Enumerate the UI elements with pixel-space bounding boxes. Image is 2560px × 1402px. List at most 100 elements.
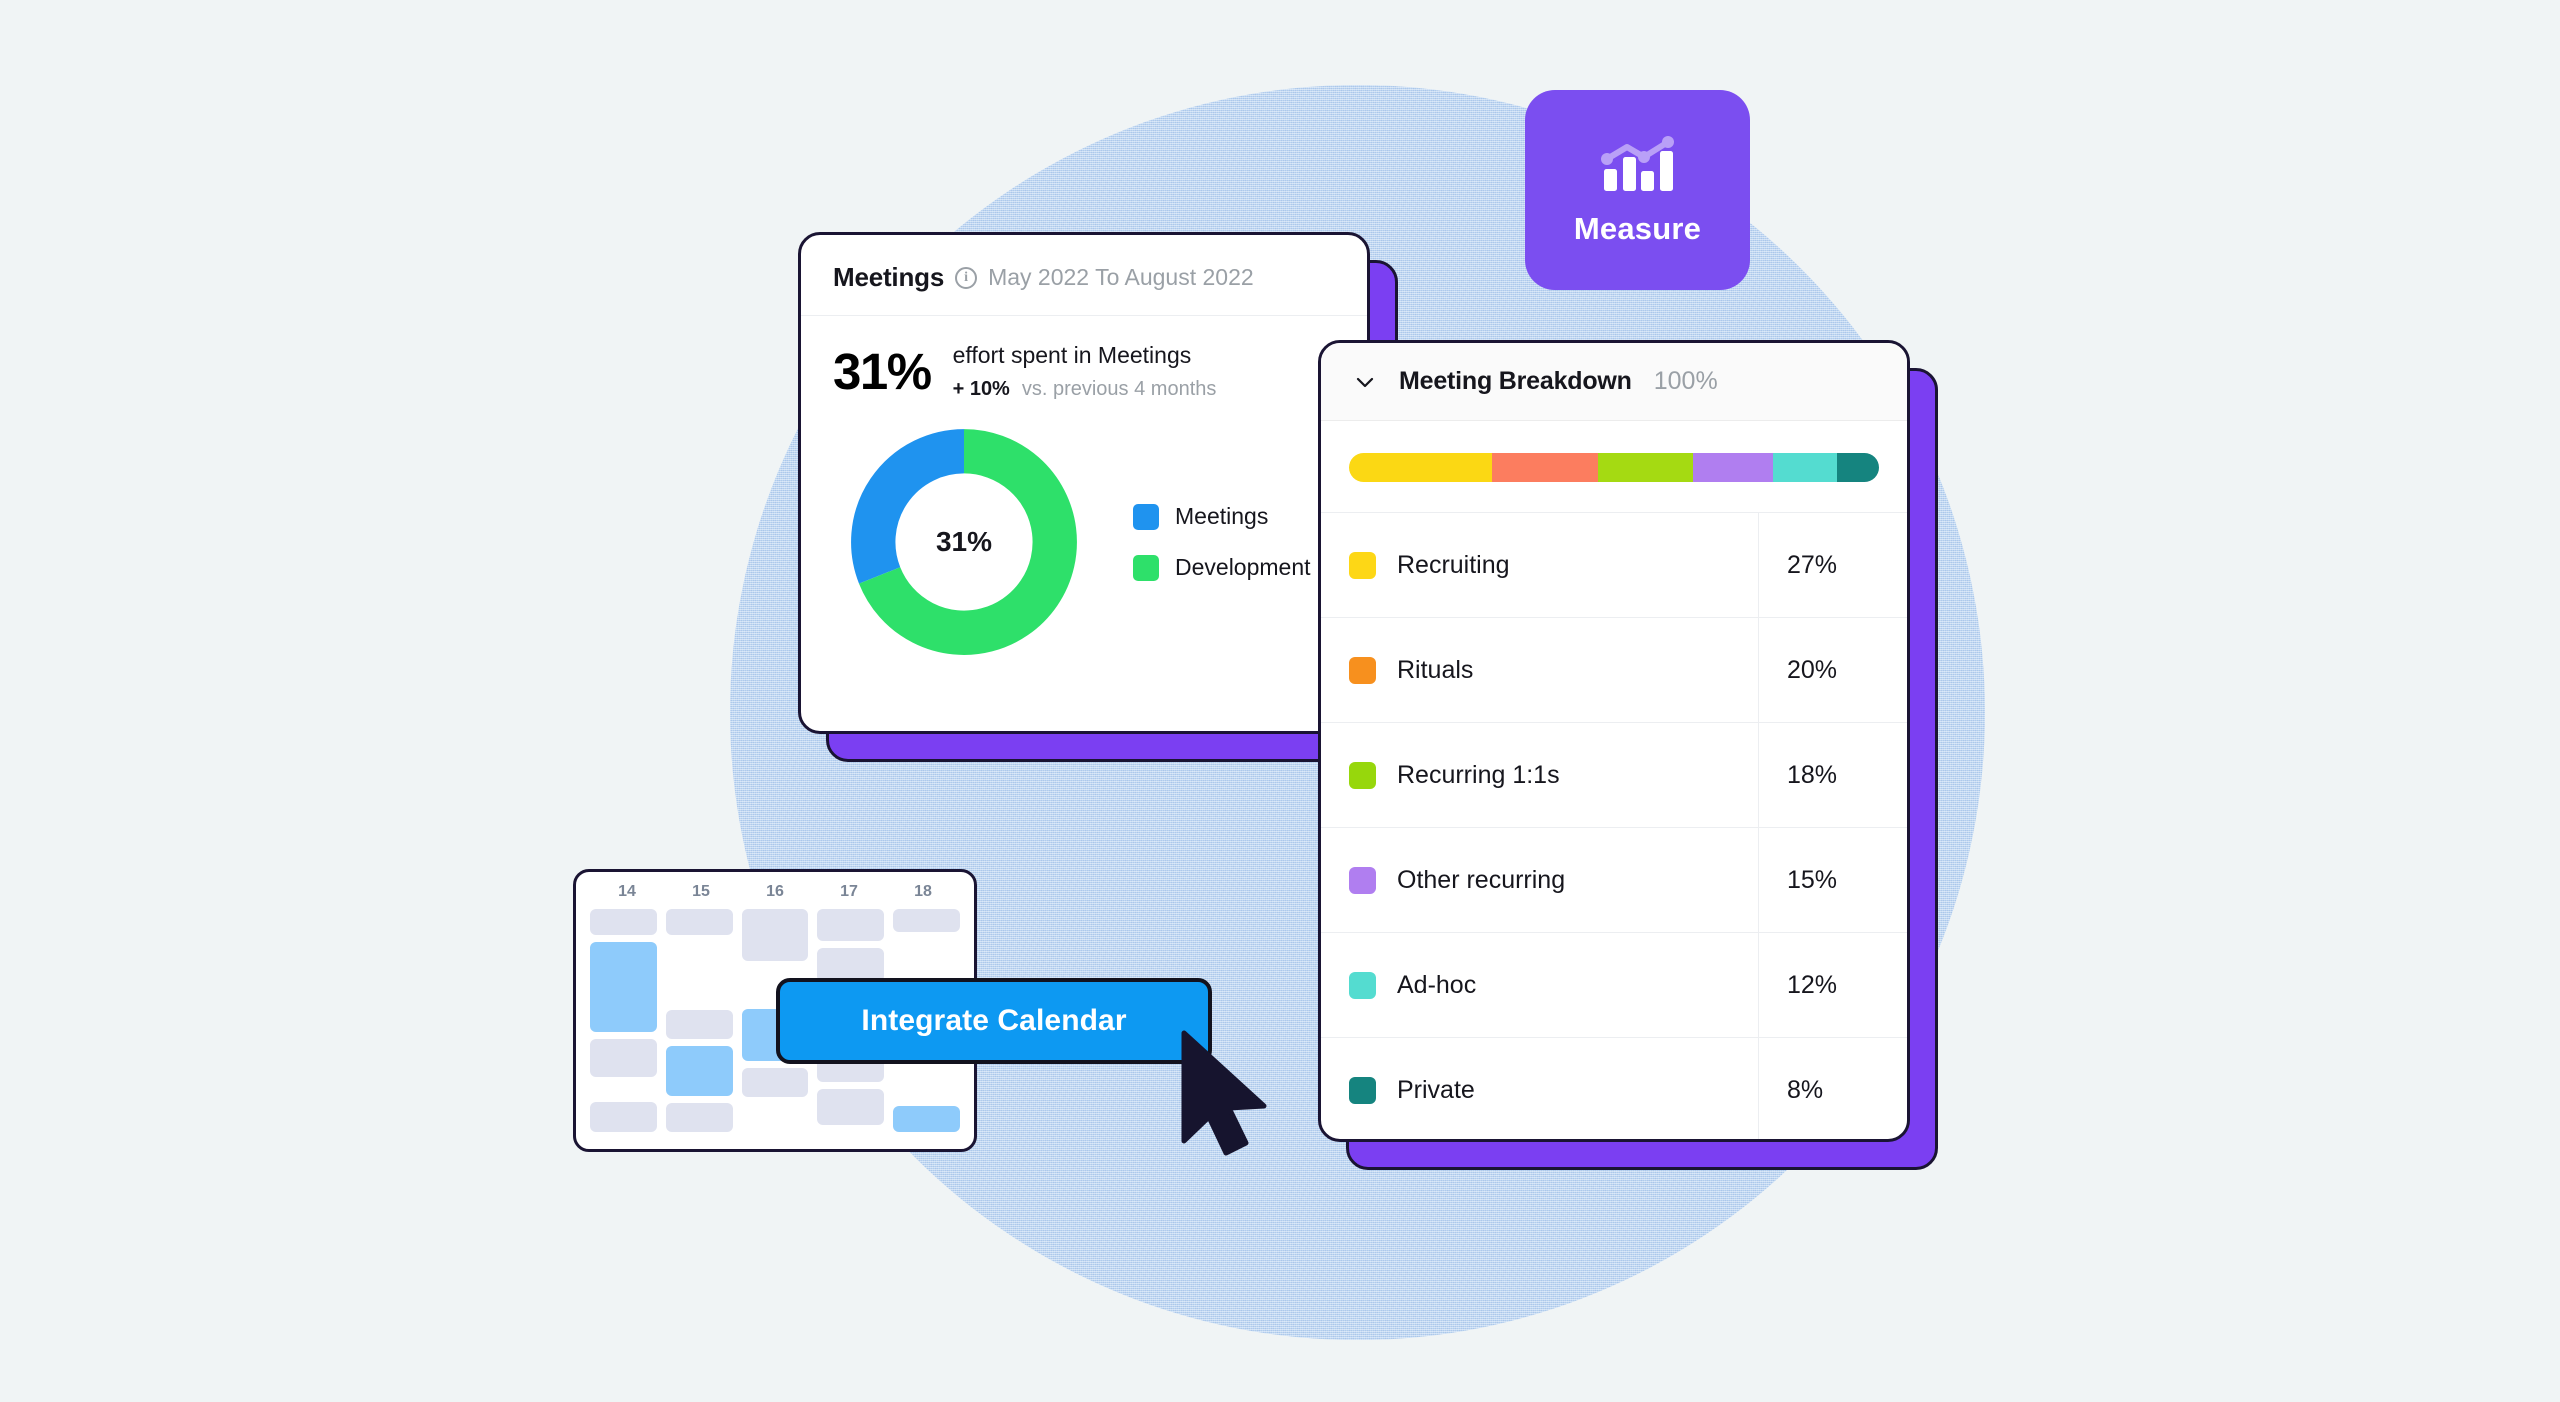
- stacked-bar-chart: [1349, 453, 1879, 482]
- meetings-title: Meetings: [833, 262, 945, 292]
- chevron-down-icon[interactable]: [1353, 370, 1377, 394]
- stacked-bar-segment[interactable]: [1836, 453, 1879, 482]
- calendar-day-number: 18: [914, 883, 932, 900]
- calendar-event-block[interactable]: [741, 1068, 809, 1097]
- breakdown-color-swatch: [1349, 551, 1376, 579]
- donut-legend-item[interactable]: Development: [1133, 554, 1311, 581]
- calendar-day-column: [590, 909, 657, 1132]
- illustration-stage: Measure Meetings i May 2022 To August 20…: [0, 0, 2560, 1402]
- calendar-event-block[interactable]: [590, 1102, 657, 1132]
- calendar-event-block[interactable]: [665, 909, 733, 935]
- breakdown-percent-value: 27%: [1787, 550, 1838, 579]
- breakdown-percent-value: 12%: [1787, 970, 1838, 999]
- table-row[interactable]: Other recurring 15%: [1321, 828, 1907, 933]
- stacked-bar-segment[interactable]: [1693, 453, 1773, 482]
- calendar-day-number: 16: [766, 883, 784, 900]
- calendar-event-block[interactable]: [817, 1089, 885, 1125]
- breakdown-category-label: Ad-hoc: [1397, 970, 1477, 999]
- breakdown-category-label: Recruiting: [1397, 550, 1510, 579]
- donut-legend-item[interactable]: Meetings: [1133, 503, 1311, 530]
- calendar-event-block[interactable]: [590, 1038, 657, 1077]
- meetings-stat-detail: effort spent in Meetings + 10% vs. previ…: [953, 342, 1217, 401]
- table-row[interactable]: Recurring 1:1s 18%: [1321, 723, 1907, 828]
- calendar-event-block[interactable]: [741, 909, 809, 961]
- calendar-day-column-header: 17: [812, 883, 886, 901]
- donut-legend-swatch: [1133, 503, 1159, 530]
- mouse-pointer-icon: [1181, 1030, 1267, 1156]
- breakdown-category-label: Recurring 1:1s: [1397, 760, 1560, 789]
- breakdown-label-cell: Recurring 1:1s: [1321, 723, 1759, 827]
- table-row[interactable]: Rituals 20%: [1321, 618, 1907, 723]
- breakdown-header[interactable]: Meeting Breakdown 100%: [1321, 343, 1907, 421]
- bar-chart-trend-icon: [1600, 136, 1674, 191]
- calendar-empty-slot: [742, 1104, 809, 1132]
- stacked-bar-segment[interactable]: [1349, 453, 1493, 482]
- breakdown-total: 100%: [1653, 367, 1718, 395]
- meeting-breakdown-card: Meeting Breakdown 100% Recruiting 27% Ritu…: [1318, 340, 1938, 1170]
- table-row[interactable]: Recruiting 27%: [1321, 513, 1907, 618]
- calendar-day-column-header: 16: [738, 883, 812, 901]
- donut-legend-swatch: [1133, 554, 1159, 581]
- breakdown-color-swatch: [1349, 971, 1376, 999]
- breakdown-color-swatch: [1349, 866, 1376, 894]
- calendar-day-number: 15: [692, 883, 710, 900]
- stacked-bar-segment[interactable]: [1492, 453, 1599, 482]
- stacked-bar-segment[interactable]: [1598, 453, 1694, 482]
- table-row[interactable]: Ad-hoc 12%: [1321, 933, 1907, 1038]
- donut-chart: 31%: [843, 421, 1085, 663]
- breakdown-label-cell: Ad-hoc: [1321, 933, 1759, 1037]
- calendar-day-column-header: 14: [590, 883, 664, 901]
- meetings-card-face: Meetings i May 2022 To August 2022 31% e…: [798, 232, 1370, 734]
- meetings-stat-caption: effort spent in Meetings: [952, 342, 1192, 368]
- meetings-stat-block: 31% effort spent in Meetings + 10% vs. p…: [801, 316, 1367, 409]
- calendar-event-block[interactable]: [590, 909, 657, 936]
- calendar-event-block[interactable]: [893, 1106, 960, 1132]
- breakdown-category-label: Rituals: [1397, 655, 1474, 684]
- table-row[interactable]: Private 8%: [1321, 1038, 1907, 1139]
- breakdown-percent-value: 8%: [1787, 1076, 1824, 1104]
- info-circle-icon[interactable]: i: [955, 266, 978, 289]
- breakdown-percent-value: 20%: [1787, 655, 1838, 684]
- measure-badge-label: Measure: [1573, 211, 1702, 246]
- breakdown-percent-value: 15%: [1787, 865, 1838, 894]
- meetings-delta-value: + 10%: [952, 378, 1010, 400]
- calendar-day-column-header: 18: [886, 883, 960, 901]
- breakdown-percent-value: 18%: [1787, 760, 1838, 789]
- meetings-delta-comparison: vs. previous 4 months: [1021, 378, 1217, 400]
- calendar-event-block[interactable]: [590, 942, 657, 1032]
- calendar-event-block[interactable]: [665, 1102, 733, 1132]
- calendar-event-block[interactable]: [817, 948, 885, 982]
- breakdown-color-swatch: [1349, 761, 1376, 789]
- breakdown-label-cell: Rituals: [1321, 618, 1759, 722]
- calendar-day-column-header: 15: [664, 883, 738, 901]
- breakdown-label-cell: Recruiting: [1321, 513, 1759, 617]
- donut-legend: Meetings Development: [1133, 503, 1311, 581]
- breakdown-table: Recruiting 27% Rituals 20% Recurring 1:1s 18%…: [1321, 512, 1907, 1139]
- integrate-calendar-button[interactable]: Integrate Calendar: [776, 978, 1212, 1064]
- calendar-event-block[interactable]: [893, 909, 960, 932]
- breakdown-category-label: Private: [1397, 1076, 1475, 1104]
- calendar-day-number: 17: [840, 883, 858, 900]
- breakdown-title: Meeting Breakdown: [1399, 367, 1632, 395]
- meetings-card: Meetings i May 2022 To August 2022 31% e…: [798, 232, 1398, 762]
- meetings-delta-row: + 10% vs. previous 4 months: [953, 378, 1217, 401]
- meetings-card-header: Meetings i May 2022 To August 2022: [801, 235, 1367, 316]
- meetings-stat-value: 31%: [833, 343, 932, 400]
- calendar-event-block[interactable]: [817, 909, 885, 941]
- calendar-day-header: 14 15 16 17 18: [576, 872, 974, 903]
- calendar-empty-slot: [590, 1084, 657, 1096]
- donut-center-label: 31%: [935, 526, 993, 557]
- breakdown-card-face: Meeting Breakdown 100% Recruiting 27% Ritu…: [1318, 340, 1910, 1142]
- breakdown-bar-zone: [1321, 421, 1907, 512]
- breakdown-color-swatch: [1349, 1077, 1376, 1104]
- calendar-event-block[interactable]: [665, 1010, 733, 1040]
- breakdown-color-swatch: [1349, 656, 1376, 684]
- calendar-empty-slot: [666, 942, 733, 1003]
- calendar-event-block[interactable]: [665, 1046, 733, 1096]
- calendar-empty-slot: [893, 1073, 960, 1099]
- integrate-calendar-label: Integrate Calendar: [861, 1004, 1127, 1037]
- donut-legend-label: Development: [1175, 554, 1311, 580]
- stacked-bar-segment[interactable]: [1772, 453, 1837, 482]
- breakdown-label-cell: Private: [1321, 1038, 1759, 1139]
- measure-badge[interactable]: Measure: [1525, 90, 1750, 290]
